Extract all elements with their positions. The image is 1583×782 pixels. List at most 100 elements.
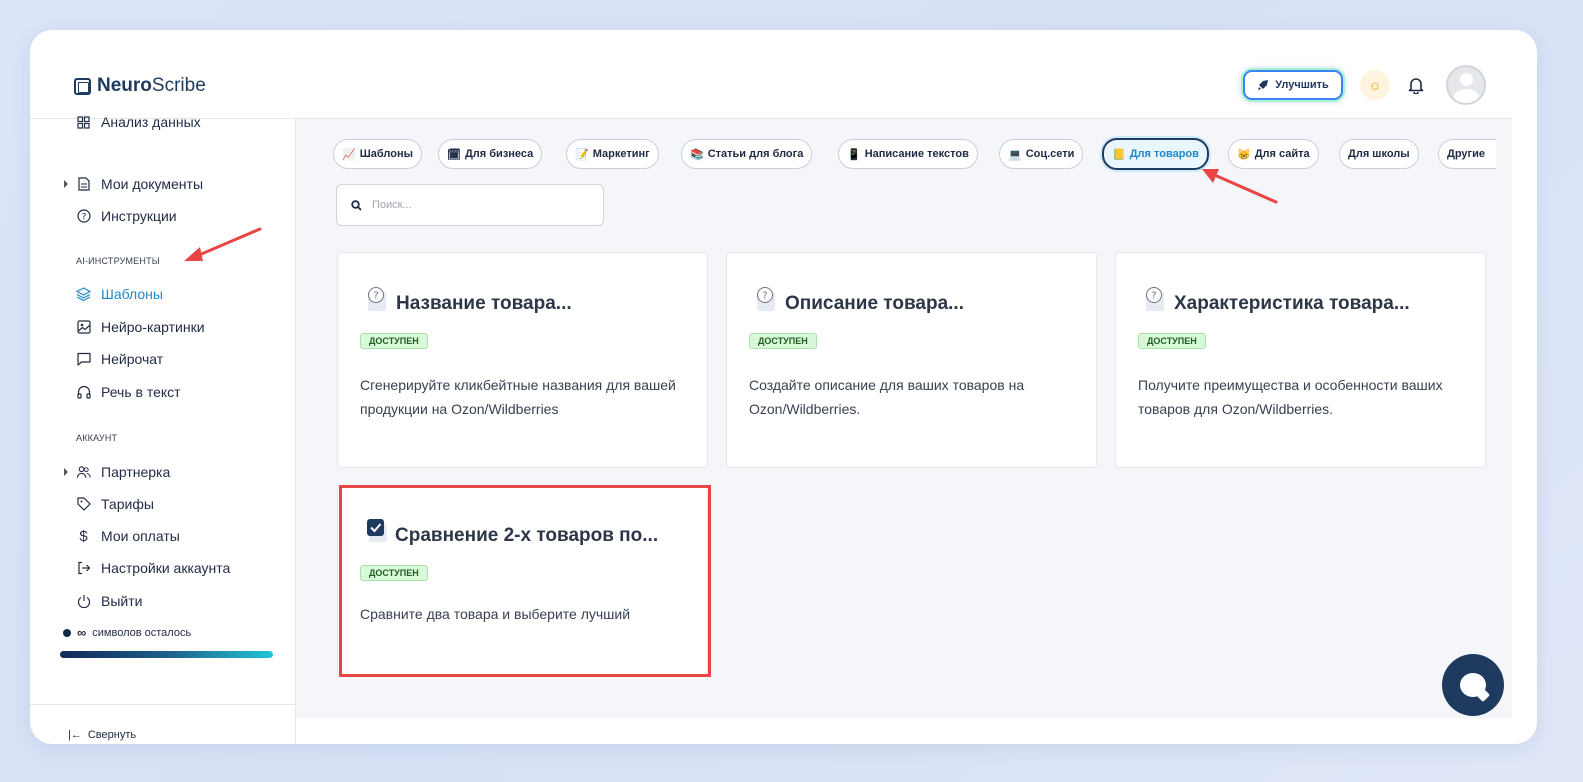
- avatar-body-icon: [1453, 89, 1480, 103]
- chip-label: Для сайта: [1254, 148, 1310, 160]
- logo-icon: [74, 77, 91, 95]
- chip-label: Маркетинг: [592, 148, 650, 160]
- svg-text:?: ?: [762, 291, 767, 302]
- chat-icon: [76, 352, 91, 367]
- cat-icon: 😸: [1237, 148, 1251, 161]
- question-bubble-icon: ?: [366, 287, 388, 311]
- sidebar-item-account-settings[interactable]: Настройки аккаунта: [76, 557, 230, 579]
- chip-label: Другие: [1447, 148, 1485, 160]
- sidebar-item-documents[interactable]: Мои документы: [64, 173, 203, 195]
- sidebar-item-tariffs[interactable]: Тарифы: [76, 493, 154, 515]
- dollar-icon: $: [79, 527, 88, 545]
- template-card-product-features[interactable]: ? Характеристика товара... ДОСТУПЕН Полу…: [1115, 252, 1486, 468]
- question-bubble-icon: ?: [1144, 287, 1166, 311]
- status-badge: ДОСТУПЕН: [749, 333, 817, 349]
- sidebar-item-payments[interactable]: $ Мои оплаты: [76, 525, 180, 547]
- sidebar-item-label: Партнерка: [101, 464, 171, 480]
- books-icon: 📚: [690, 148, 704, 161]
- calendar-icon: 🗓: [447, 148, 461, 161]
- sidebar-divider: [30, 704, 296, 705]
- avatar-head-icon: [1460, 73, 1473, 86]
- app-window: NeuroScribe Улучшить ☼ Анализ данных Мои…: [30, 30, 1537, 744]
- credits-label: символов осталось: [92, 626, 192, 639]
- theme-toggle-button[interactable]: ☼: [1360, 70, 1390, 100]
- chip-templates[interactable]: 📈 Шаблоны: [333, 139, 422, 169]
- chip-products[interactable]: 📒 Для товаров: [1102, 138, 1209, 170]
- main-content: 📈 Шаблоны 🗓 Для бизнеса 📝 Маркетинг 📚 Статьи…: [296, 118, 1512, 718]
- sidebar-item-instructions[interactable]: ? Инструкции: [76, 205, 177, 227]
- chip-label: Статьи для блога: [707, 148, 804, 160]
- caret-right-icon: [64, 180, 68, 188]
- users-icon: [76, 465, 91, 480]
- bell-icon: [1408, 78, 1424, 94]
- chip-label: Соц.сети: [1025, 148, 1075, 160]
- sidebar-item-templates[interactable]: Шаблоны: [76, 283, 163, 305]
- collapse-sidebar-button[interactable]: |← Свернуть: [68, 729, 136, 741]
- chip-other[interactable]: Другие: [1438, 139, 1496, 169]
- notifications-button[interactable]: [1404, 72, 1428, 98]
- sidebar-item-label: Тарифы: [101, 496, 154, 512]
- chip-marketing[interactable]: 📝 Маркетинг: [566, 139, 659, 169]
- sidebar-item-speech-to-text[interactable]: Речь в текст: [76, 381, 181, 403]
- section-label-account: АККАУНТ: [76, 433, 118, 443]
- template-card-product-comparison[interactable]: Сравнение 2-х товаров по... ДОСТУПЕН Сра…: [337, 487, 708, 677]
- search-input[interactable]: [372, 199, 592, 211]
- chip-business[interactable]: 🗓 Для бизнеса: [438, 139, 543, 169]
- credits-remaining: ∞ символов осталось: [63, 625, 191, 640]
- template-card-product-description[interactable]: ? Описание товара... ДОСТУПЕН Создайте о…: [726, 252, 1097, 468]
- credits-progress-bar: [60, 651, 273, 658]
- status-dot: [63, 628, 71, 637]
- chip-label: Для товаров: [1129, 148, 1199, 160]
- logo-light-text: Scribe: [151, 75, 206, 96]
- chip-social[interactable]: 💻 Соц.сети: [999, 139, 1084, 169]
- upgrade-label: Улучшить: [1275, 79, 1329, 91]
- chip-blog-articles[interactable]: 📚 Статьи для блога: [681, 139, 813, 169]
- phone-icon: 📱: [847, 148, 861, 161]
- sidebar-item-label: Настройки аккаунта: [101, 560, 231, 576]
- chip-label: Для школы: [1348, 148, 1410, 160]
- card-title: Название товара...: [396, 293, 572, 314]
- rocket-icon: [1258, 80, 1269, 90]
- chip-text-writing[interactable]: 📱 Написание текстов: [838, 139, 978, 169]
- sidebar-item-logout[interactable]: Выйти: [76, 590, 142, 612]
- sidebar-item-label: Мои оплаты: [101, 528, 180, 544]
- chip-school[interactable]: Для школы: [1339, 139, 1419, 169]
- caret-right-icon: [64, 468, 68, 476]
- headphones-icon: [76, 385, 91, 400]
- app-logo[interactable]: NeuroScribe: [74, 75, 206, 97]
- avatar[interactable]: [1446, 65, 1486, 105]
- search-box[interactable]: [336, 184, 604, 226]
- svg-text:?: ?: [1151, 291, 1156, 302]
- chip-label: Написание текстов: [864, 148, 969, 160]
- sidebar-item-data-analysis[interactable]: Анализ данных: [76, 111, 201, 133]
- status-badge: ДОСТУПЕН: [360, 333, 428, 349]
- sidebar-item-label: Выйти: [101, 593, 143, 609]
- collapse-label: Свернуть: [87, 729, 137, 741]
- card-description: Получите преимущества и особенности ваши…: [1138, 377, 1443, 417]
- sun-icon: ☼: [1368, 76, 1382, 94]
- sidebar-item-label: Нейро-картинки: [101, 319, 205, 335]
- grid-icon: [76, 115, 91, 130]
- chat-bubble-icon: [1460, 673, 1486, 697]
- search-icon: [351, 199, 362, 211]
- checkbox-icon: [366, 518, 388, 542]
- card-description: Сравните два товара и выберите лучший: [360, 606, 631, 622]
- chip-website[interactable]: 😸 Для сайта: [1228, 139, 1319, 169]
- question-bubble-icon: ?: [755, 287, 777, 311]
- support-chat-button[interactable]: [1442, 654, 1504, 716]
- svg-text:?: ?: [373, 291, 378, 302]
- template-card-product-name[interactable]: ? Название товара... ДОСТУПЕН Сгенерируй…: [337, 252, 708, 468]
- upgrade-button[interactable]: Улучшить: [1243, 70, 1343, 100]
- card-description: Сгенерируйте кликбейтные названия для ва…: [360, 377, 676, 417]
- sidebar-item-partners[interactable]: Партнерка: [64, 461, 171, 483]
- sidebar-item-neuro-images[interactable]: Нейро-картинки: [76, 316, 205, 338]
- ledger-icon: 📒: [1112, 148, 1126, 161]
- sidebar-item-neurochat[interactable]: Нейрочат: [76, 348, 163, 370]
- card-title: Описание товара...: [785, 293, 964, 314]
- sidebar: Анализ данных Мои документы ? Инструкции…: [30, 114, 296, 744]
- document-icon: [76, 177, 91, 192]
- help-circle-icon: ?: [76, 209, 91, 224]
- credits-value: ∞: [77, 625, 87, 640]
- sidebar-item-label: Нейрочат: [101, 351, 164, 367]
- section-label-ai-tools: AI-ИНСТРУМЕНТЫ: [76, 256, 160, 266]
